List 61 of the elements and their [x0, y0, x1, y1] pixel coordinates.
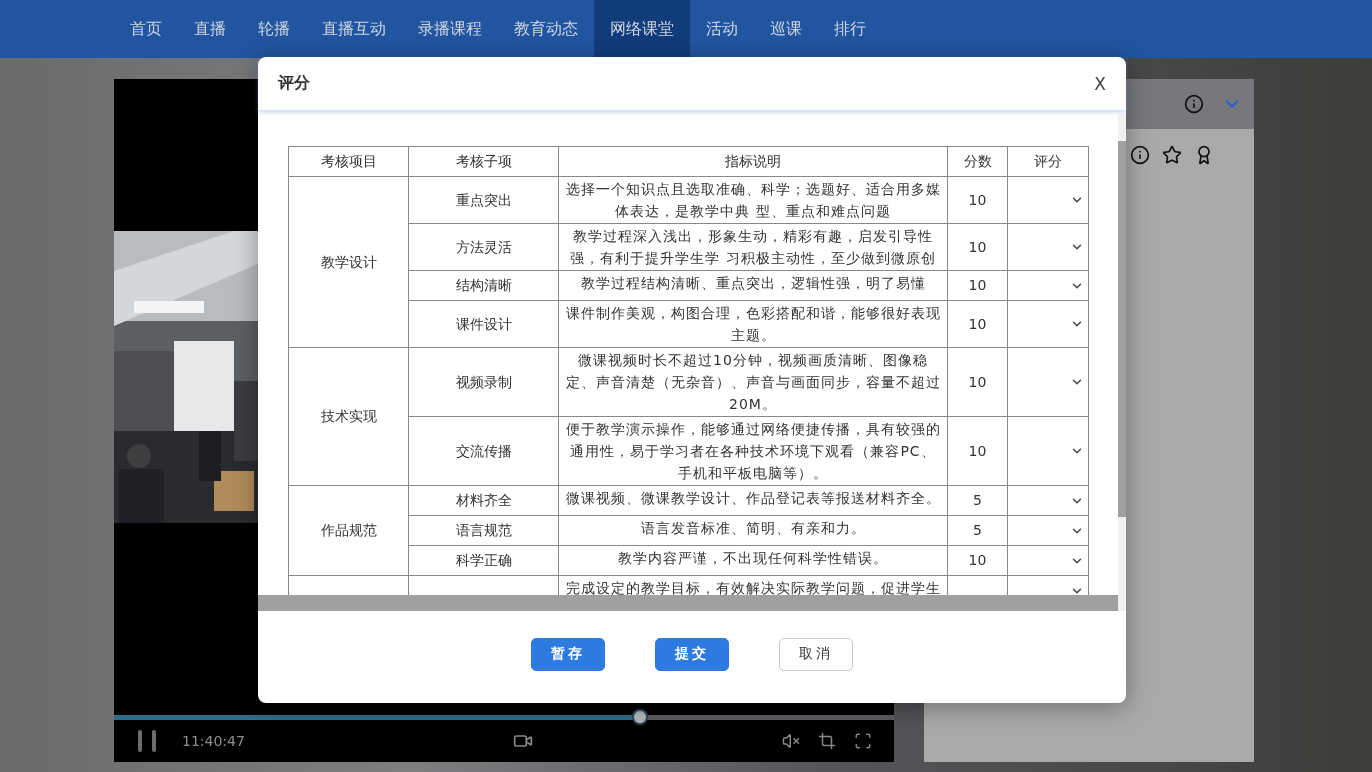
description-cell: 教学过程深入浅出，形象生动，精彩有趣，启发引导性强，有利于提升学生学 习积极主动性，至少做到微原创 — [558, 223, 948, 271]
pause-icon[interactable] — [136, 729, 158, 753]
subitem-cell: 语言规范 — [408, 515, 559, 546]
progress-thumb[interactable] — [633, 711, 646, 723]
description-cell: 教学过程结构清晰、重点突出，逻辑性强，明了易懂 — [558, 270, 948, 301]
nav-tab[interactable]: 网络课堂 — [594, 0, 690, 58]
score-cell: 10 — [947, 416, 1008, 486]
score-cell: 10 — [947, 270, 1008, 301]
close-button[interactable]: X — [1094, 73, 1106, 94]
nav-tab[interactable]: 巡课 — [754, 0, 818, 58]
column-header: 考核项目 — [288, 146, 409, 177]
score-cell: 10 — [947, 300, 1008, 348]
subitem-cell: 科学正确 — [408, 545, 559, 576]
subitem-cell: 课件设计 — [408, 300, 559, 348]
score-cell: 10 — [947, 176, 1008, 224]
column-header: 指标说明 — [558, 146, 948, 177]
nav-tab[interactable]: 轮播 — [242, 0, 306, 58]
column-header: 分数 — [947, 146, 1008, 177]
crop-icon[interactable] — [818, 732, 836, 750]
dialog-title: 评分 — [278, 73, 310, 94]
description-cell: 微课视频、微课教学设计、作品登记表等报送材料齐全。 — [558, 485, 948, 516]
nav-tab[interactable]: 直播互动 — [306, 0, 402, 58]
description-cell: 选择一个知识点且选取准确、科学；选题好、适合用多媒体表达，是教学中典 型、重点和难点问题 — [558, 176, 948, 224]
mute-icon[interactable] — [782, 732, 800, 750]
nav-tab[interactable]: 教育动态 — [498, 0, 594, 58]
horizontal-scrollbar[interactable] — [258, 595, 1118, 611]
score-cell: 10 — [947, 223, 1008, 271]
dialog-button[interactable]: 取消 — [779, 637, 853, 671]
subitem-cell: 交流传播 — [408, 416, 559, 486]
info-icon[interactable] — [1130, 145, 1150, 165]
column-header: 评分 — [1007, 146, 1089, 177]
fullscreen-icon[interactable] — [854, 732, 872, 750]
score-cell: 10 — [947, 347, 1008, 417]
description-cell: 课件制作美观，构图合理，色彩搭配和谐，能够很好表现主题。 — [558, 300, 948, 348]
dialog-button[interactable]: 提交 — [655, 637, 729, 671]
description-cell: 微课视频时长不超过10分钟，视频画质清晰、图像稳定、声音清楚（无杂音）、声音与画面同步，容量不超过20M。 — [558, 347, 948, 417]
nav-tab[interactable]: 录播课程 — [402, 0, 498, 58]
info-icon[interactable] — [1184, 94, 1204, 114]
subitem-cell: 重点突出 — [408, 176, 559, 224]
description-cell: 语言发音标准、简明、有亲和力。 — [558, 515, 948, 546]
subitem-cell: 方法灵活 — [408, 223, 559, 271]
score-cell: 5 — [947, 515, 1008, 546]
category-cell: 技术实现 — [288, 347, 409, 486]
nav-tab[interactable]: 首页 — [114, 0, 178, 58]
nav-tab[interactable]: 活动 — [690, 0, 754, 58]
category-cell: 教学设计 — [288, 176, 409, 348]
star-icon[interactable] — [1162, 145, 1182, 165]
subitem-cell: 材料齐全 — [408, 485, 559, 516]
score-cell: 10 — [947, 545, 1008, 576]
score-cell: 5 — [947, 485, 1008, 516]
vertical-scrollbar[interactable] — [1118, 113, 1126, 611]
subitem-cell: 视频录制 — [408, 347, 559, 417]
subitem-cell: 结构清晰 — [408, 270, 559, 301]
dialog-button[interactable]: 暂存 — [531, 637, 605, 671]
nav-tab[interactable]: 直播 — [178, 0, 242, 58]
nav-tab[interactable]: 排行 — [818, 0, 882, 58]
column-header: 考核子项 — [408, 146, 559, 177]
description-cell: 便于教学演示操作，能够通过网络便捷传播，具有较强的通用性，易于学习者在各种技术环境下观看（兼容PC、手机和平板电脑等）。 — [558, 416, 948, 486]
description-cell: 教学内容严谨，不出现任何科学性错误。 — [558, 545, 948, 576]
category-cell: 作品规范 — [288, 485, 409, 576]
playback-time: 11:40:47 — [182, 733, 245, 749]
